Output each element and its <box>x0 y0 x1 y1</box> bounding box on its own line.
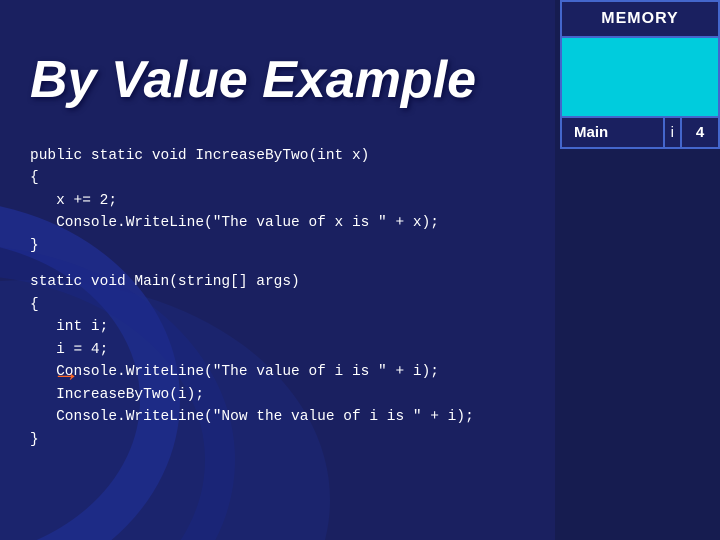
code-line-10: i = 4; <box>30 339 700 361</box>
memory-row-label: Main <box>562 118 665 147</box>
code-block: public static void IncreaseByTwo(int x) … <box>30 145 700 451</box>
code-line-8: { <box>30 294 700 316</box>
code-line-7: static void Main(string[] args) <box>30 271 700 293</box>
code-line-13: Console.WriteLine("Now the value of i is… <box>30 406 700 428</box>
memory-row-value: 4 <box>682 118 718 147</box>
code-line-11: Console.WriteLine("The value of i is " +… <box>30 361 700 383</box>
code-gap <box>30 257 700 271</box>
code-line-4: Console.WriteLine("The value of x is " +… <box>30 212 700 234</box>
code-line-1: public static void IncreaseByTwo(int x) <box>30 145 700 167</box>
memory-label: MEMORY <box>560 0 720 36</box>
memory-panel: MEMORY Main i 4 <box>560 0 720 149</box>
code-line-12: IncreaseByTwo(i); <box>30 384 700 406</box>
code-line-14: } <box>30 429 700 451</box>
code-line-5: } <box>30 235 700 257</box>
code-line-2: { <box>30 167 700 189</box>
memory-row-sep: i <box>665 118 682 147</box>
code-line-3: x += 2; <box>30 190 700 212</box>
code-line-9: int i; <box>30 316 700 338</box>
memory-box <box>560 36 720 116</box>
slide-title: By Value Example <box>30 50 476 110</box>
